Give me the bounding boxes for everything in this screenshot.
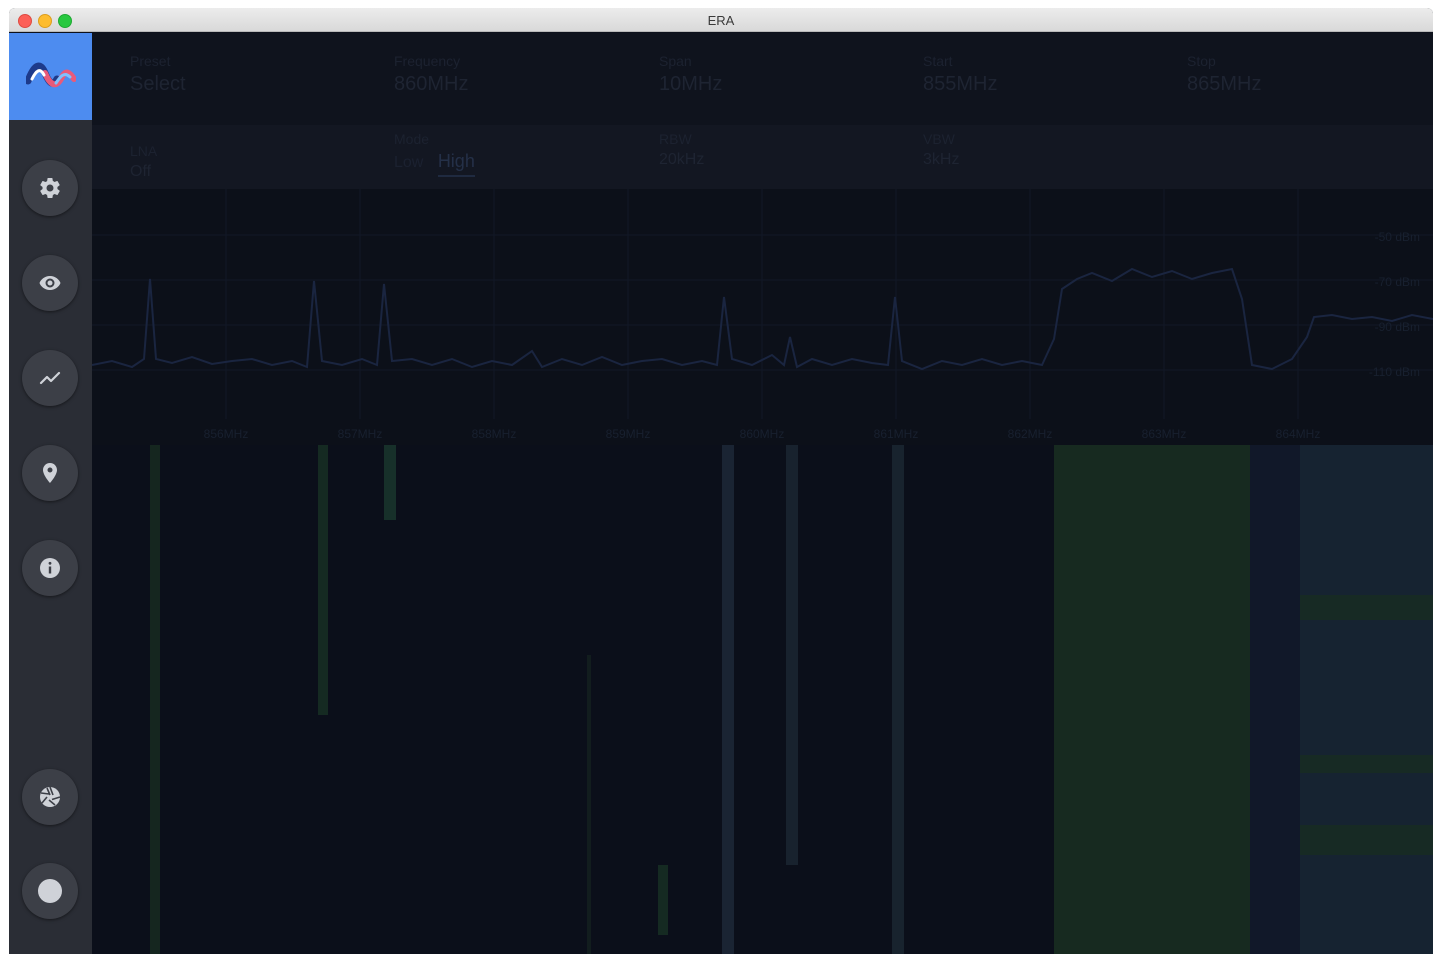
x-axis-label: 857MHz xyxy=(338,427,383,441)
x-axis-label: 863MHz xyxy=(1142,427,1187,441)
spectrum-grid xyxy=(92,189,1433,419)
lna-label: LNA xyxy=(130,143,158,159)
eye-icon xyxy=(39,276,61,290)
preset-select[interactable]: Select xyxy=(130,73,186,96)
rbw-input[interactable]: 20kHz xyxy=(659,151,704,169)
frequency-controls: Preset Select Frequency 860MHz Span 10MH… xyxy=(92,33,1433,125)
era-logo-button[interactable] xyxy=(9,33,92,120)
span-label: Span xyxy=(659,53,692,69)
waterfall-signal-band xyxy=(150,445,160,954)
mode-label: Mode xyxy=(394,131,430,147)
y-axis-label: -50 dBm xyxy=(1375,230,1420,244)
mode-field: Mode Low High xyxy=(394,131,475,177)
frequency-input[interactable]: 860MHz xyxy=(394,73,468,96)
waterfall-signal-band xyxy=(658,865,668,935)
frequency-label: Frequency xyxy=(394,53,461,69)
waterfall-signal-band xyxy=(318,445,328,715)
stop-field[interactable]: Stop 865MHz xyxy=(1187,53,1261,96)
settings-icon xyxy=(40,178,60,199)
x-axis-label: 860MHz xyxy=(740,427,785,441)
lna-toggle[interactable]: Off xyxy=(130,163,157,181)
waterfall-signal-band xyxy=(587,655,591,954)
waterfall-signal-band xyxy=(722,445,734,954)
location-pin-icon xyxy=(43,463,57,483)
app-window: ERA Preset Select Frequency 860MHz Span … xyxy=(9,8,1433,954)
stop-input[interactable]: 865MHz xyxy=(1187,73,1261,96)
waterfall-plot[interactable] xyxy=(92,445,1433,954)
record-icon xyxy=(38,879,62,903)
view-button[interactable] xyxy=(22,255,78,311)
waterfall-wideband-region xyxy=(1300,445,1433,954)
waterfall-signal-band xyxy=(384,445,396,520)
snapshot-button[interactable] xyxy=(22,769,78,825)
waterfall-signal-stripe xyxy=(1300,595,1433,620)
receiver-controls: LNA Off Mode Low High RBW 20kHz VBW 3kHz xyxy=(92,125,1433,189)
record-button[interactable] xyxy=(22,863,78,919)
title-bar: ERA xyxy=(9,8,1433,32)
start-field[interactable]: Start 855MHz xyxy=(923,53,997,96)
waterfall-signal-band xyxy=(786,445,798,865)
waterfall-wideband-region xyxy=(1054,445,1250,954)
info-button[interactable] xyxy=(22,540,78,596)
vbw-label: VBW xyxy=(923,131,955,147)
preset-label: Preset xyxy=(130,53,171,69)
span-input[interactable]: 10MHz xyxy=(659,73,722,96)
sidebar xyxy=(9,33,92,954)
rbw-label: RBW xyxy=(659,131,692,147)
settings-button[interactable] xyxy=(22,160,78,216)
y-axis-label: -90 dBm xyxy=(1375,320,1420,334)
camera-shutter-icon xyxy=(40,786,61,807)
info-icon xyxy=(40,558,60,578)
waterfall-signal-stripe xyxy=(1300,825,1433,855)
y-axis-label: -110 dBm xyxy=(1369,365,1420,379)
x-axis-label: 861MHz xyxy=(874,427,919,441)
x-axis-label: 859MHz xyxy=(606,427,651,441)
start-label: Start xyxy=(923,53,953,69)
window-title: ERA xyxy=(707,13,735,28)
x-axis-label: 862MHz xyxy=(1008,427,1053,441)
chart-button[interactable] xyxy=(22,350,78,406)
y-axis-label: -70 dBm xyxy=(1375,275,1420,289)
span-field[interactable]: Span 10MHz xyxy=(659,53,722,96)
x-axis-labels: 856MHz 857MHz 858MHz 859MHz 860MHz 861MH… xyxy=(204,427,1321,441)
waterfall-gap xyxy=(1250,445,1300,954)
mode-high-tab[interactable]: High xyxy=(437,151,475,177)
location-button[interactable] xyxy=(22,445,78,501)
frequency-field[interactable]: Frequency 860MHz xyxy=(394,53,468,96)
y-axis-labels: -50 dBm -70 dBm -90 dBm -110 dBm xyxy=(1369,230,1420,379)
mode-low-tab[interactable]: Low xyxy=(394,154,423,171)
waterfall-signal-stripe xyxy=(1300,755,1433,773)
era-logo-icon xyxy=(26,62,76,88)
lna-field[interactable]: LNA Off xyxy=(130,143,157,181)
start-input[interactable]: 855MHz xyxy=(923,73,997,96)
x-axis-label: 856MHz xyxy=(204,427,249,441)
preset-field[interactable]: Preset Select xyxy=(130,53,186,96)
chart-icon xyxy=(39,371,61,385)
stop-label: Stop xyxy=(1187,53,1216,69)
x-axis-label: 858MHz xyxy=(472,427,517,441)
vbw-field[interactable]: VBW 3kHz xyxy=(923,131,959,169)
x-axis-label: 864MHz xyxy=(1276,427,1321,441)
waterfall-signal-band xyxy=(892,445,904,954)
rbw-field[interactable]: RBW 20kHz xyxy=(659,131,704,169)
vbw-input[interactable]: 3kHz xyxy=(923,151,959,169)
main-panel: Preset Select Frequency 860MHz Span 10MH… xyxy=(91,33,1433,954)
spectrum-plot[interactable]: -50 dBm -70 dBm -90 dBm -110 dBm 856MHz … xyxy=(91,189,1433,449)
